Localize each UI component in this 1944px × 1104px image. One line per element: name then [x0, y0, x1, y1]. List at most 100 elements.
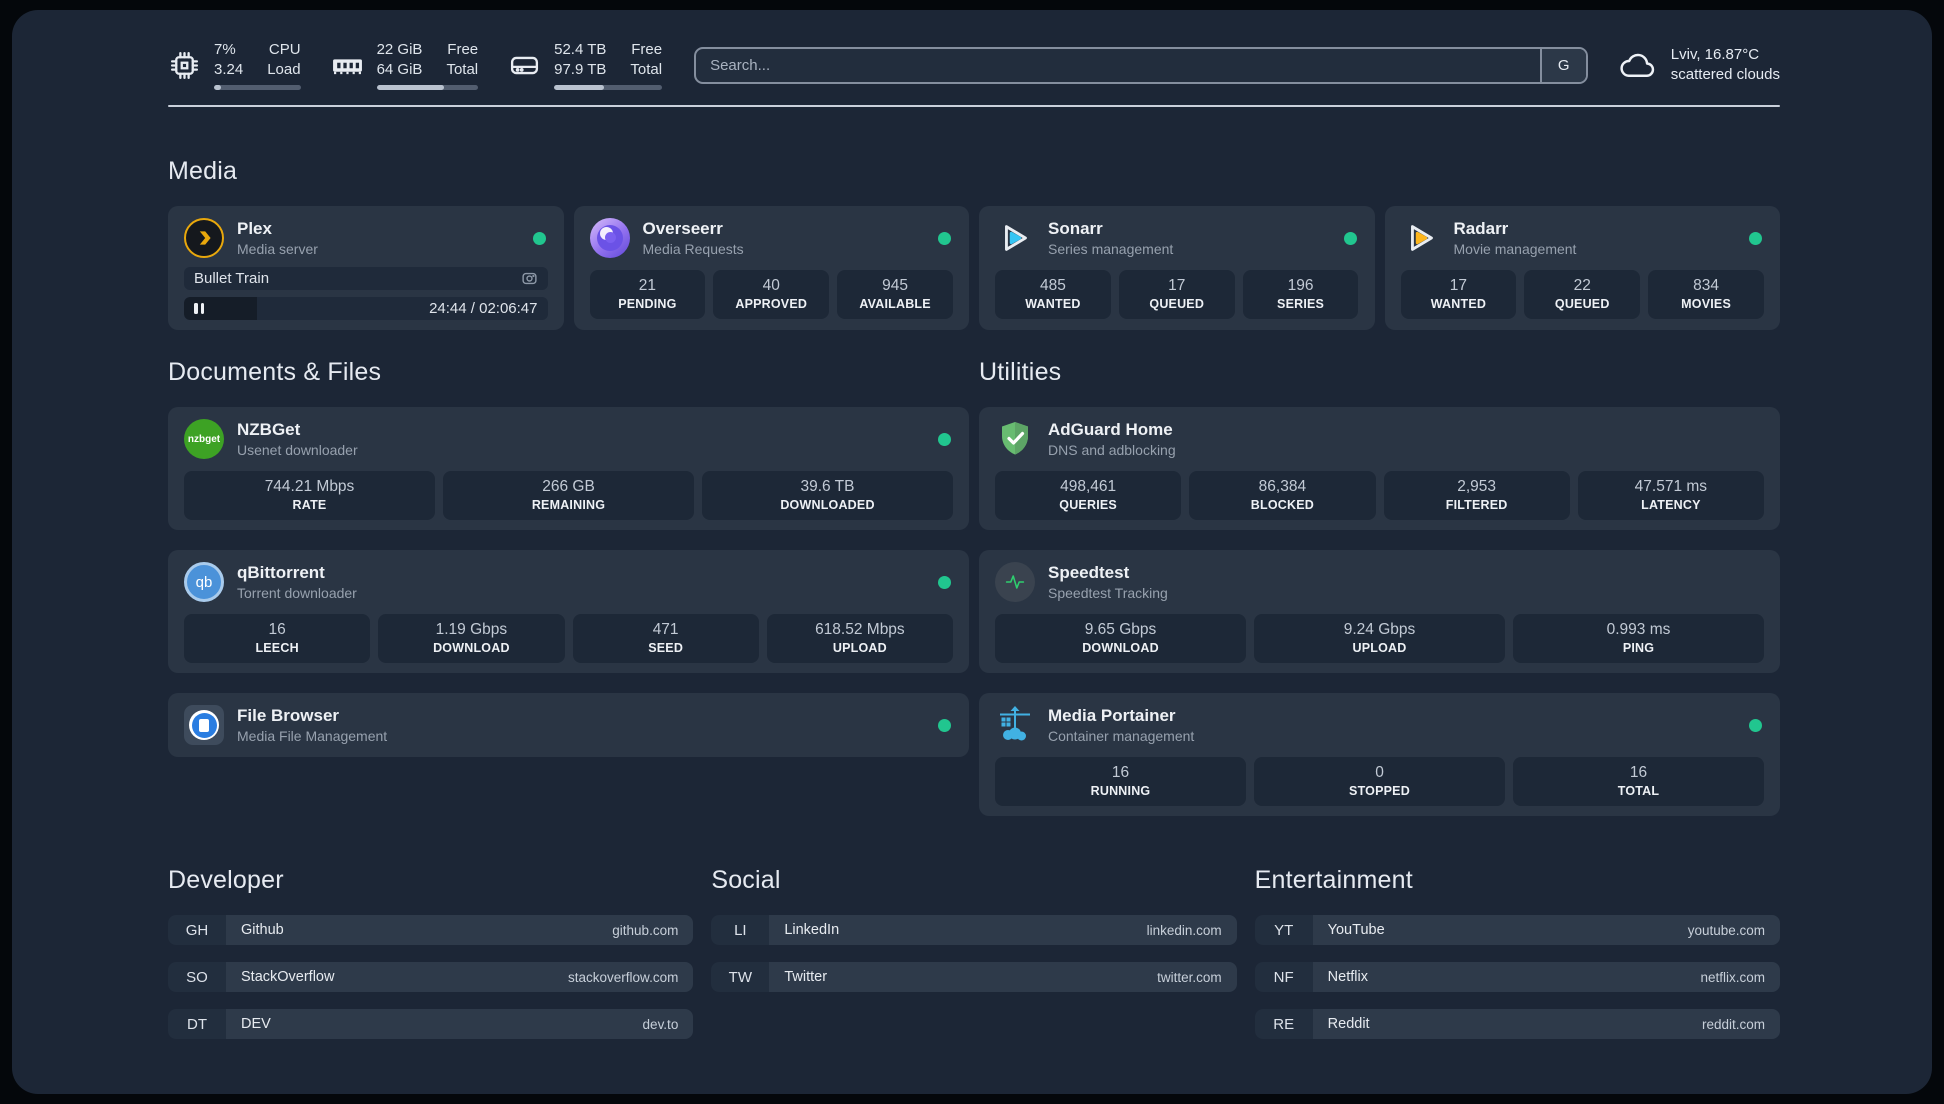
bookmark-github[interactable]: GH Github github.com [168, 915, 694, 945]
stat-remaining: 266 GB REMAINING [443, 471, 694, 520]
card-nzbget[interactable]: nzbget NZBGet Usenet downloader 744.21 M… [168, 407, 969, 530]
disk-widget: 52.4 TB 97.9 TB Free Total [508, 40, 663, 90]
stat-downloaded: 39.6 TB DOWNLOADED [702, 471, 953, 520]
utilities-section-title: Utilities [979, 358, 1062, 386]
portainer-icon [995, 705, 1035, 745]
bookmark-abbr: DT [168, 1009, 226, 1039]
memory-widget: 22 GiB 64 GiB Free Total [331, 40, 479, 90]
app-subtitle: Media server [237, 241, 318, 257]
bookmark-dev[interactable]: DT DEV dev.to [168, 1009, 694, 1039]
search-input[interactable] [696, 48, 1540, 82]
bookmark-abbr: YT [1254, 915, 1313, 945]
cpu-usage-value: 7% [214, 41, 236, 58]
card-qbittorrent[interactable]: qb qBittorrent Torrent downloader 16 LEEC… [168, 550, 969, 673]
playback-time: 24:44 / 02:06:47 [429, 300, 538, 317]
memory-progress-fill [376, 85, 444, 90]
stat-wanted: 485 WANTED [995, 270, 1111, 319]
app-subtitle: Container management [1048, 728, 1195, 744]
stat-wanted: 17 WANTED [1400, 270, 1517, 319]
media-section-title: Media [168, 157, 238, 185]
stat-pending: 21 PENDING [589, 270, 706, 319]
memory-widget-body: 22 GiB 64 GiB Free Total [376, 40, 479, 90]
card-filebrowser[interactable]: File Browser Media File Management [168, 693, 969, 757]
card-portainer[interactable]: Media Portainer Container management 16 R… [979, 693, 1780, 816]
bookmark-domain: twitter.com [1157, 969, 1222, 985]
nzbget-icon: nzbget [184, 419, 224, 459]
stat-filtered: 2,953 FILTERED [1383, 471, 1570, 520]
bookmark-twitter[interactable]: TW Twitter twitter.com [711, 962, 1237, 992]
memory-progress-track [376, 85, 479, 90]
card-speedtest[interactable]: Speedtest Speedtest Tracking 9.65 Gbps DO… [979, 550, 1780, 673]
stat-upload: 618.52 Mbps UPLOAD [766, 614, 953, 663]
cpu-label: CPU [268, 41, 301, 58]
bookmark-netflix[interactable]: NF Netflix netflix.com [1254, 962, 1780, 992]
cpu-load-label: Load [267, 61, 301, 78]
topbar: 7% 3.24 CPU Load 22 GiB 64 GiB Free Tota… [168, 40, 1780, 90]
app-title: Sonarr [1048, 219, 1103, 238]
bookmark-domain: netflix.com [1700, 969, 1765, 985]
app-subtitle: Usenet downloader [237, 442, 358, 458]
stat-download: 9.65 Gbps DOWNLOAD [995, 614, 1246, 663]
status-dot [1343, 231, 1357, 245]
bookmark-domain: dev.to [642, 1016, 679, 1032]
cpu-progress-track [214, 85, 301, 90]
now-playing-row: Bullet Train [184, 267, 548, 290]
card-radarr[interactable]: Radarr Movie management 17 WANTED 22 QUEUE… [1384, 206, 1780, 330]
section-media: Media Plex Media server Bullet Train 24:… [168, 157, 1780, 330]
disk-total-value: 97.9 TB [554, 61, 607, 78]
app-title: Media Portainer [1048, 706, 1176, 725]
memory-total-label: Total [446, 61, 479, 78]
app-title: AdGuard Home [1048, 420, 1173, 439]
status-dot [532, 231, 546, 245]
adguard-icon [995, 419, 1035, 459]
bookmark-group-entertainment: Entertainment YT YouTube youtube.com NF N… [1254, 866, 1780, 1039]
stat-running: 16 RUNNING [995, 757, 1246, 806]
bookmark-abbr: SO [168, 962, 226, 992]
weather-location-temp: Lviv, 16.87°C [1670, 46, 1760, 63]
disk-progress-fill [554, 85, 604, 90]
bookmark-stackoverflow[interactable]: SO StackOverflow stackoverflow.com [168, 962, 694, 992]
bookmark-abbr: TW [711, 962, 770, 992]
disk-widget-body: 52.4 TB 97.9 TB Free Total [554, 40, 663, 90]
cpu-icon [170, 51, 199, 79]
status-dot [938, 718, 951, 732]
bookmark-reddit[interactable]: RE Reddit reddit.com [1254, 1009, 1780, 1039]
stat-movies: 834 MOVIES [1648, 270, 1764, 319]
card-sonarr[interactable]: Sonarr Series management 485 WANTED 17 QUE… [979, 206, 1375, 330]
card-adguard[interactable]: AdGuard Home DNS and adblocking 498,461 Q… [979, 407, 1780, 530]
overseerr-icon [589, 218, 630, 258]
bookmark-group-social: Social LI LinkedIn linkedin.com TW Twitte… [711, 866, 1237, 1039]
card-overseerr[interactable]: Overseerr Media Requests 21 PENDING 40 APP… [573, 206, 969, 330]
bookmark-abbr: LI [711, 915, 770, 945]
bookmark-linkedin[interactable]: LI LinkedIn linkedin.com [711, 915, 1237, 945]
status-dot [1749, 718, 1762, 732]
memory-total-value: 64 GiB [376, 61, 423, 78]
filebrowser-icon [184, 705, 224, 745]
stat-upload: 9.24 Gbps UPLOAD [1254, 614, 1505, 663]
bookmark-youtube[interactable]: YT YouTube youtube.com [1254, 915, 1780, 945]
disk-icon [511, 56, 539, 74]
section-documents-files: Documents & Files nzbget NZBGet Usenet d… [168, 358, 969, 816]
app-subtitle: Speedtest Tracking [1048, 585, 1168, 601]
stat-leech: 16 LEECH [184, 614, 371, 663]
stat-ping: 0.993 ms PING [1513, 614, 1764, 663]
bookmark-group-developer: Developer GH Github github.com SO StackOv… [168, 866, 694, 1039]
social-section-title: Social [711, 866, 781, 894]
status-dot [938, 432, 951, 446]
disk-total-label: Total [630, 61, 663, 78]
disk-progress-track [554, 85, 663, 90]
bookmark-name: DEV [241, 1016, 271, 1032]
qbittorrent-icon: qb [184, 562, 224, 602]
app-title: File Browser [237, 706, 340, 725]
search-provider-button[interactable]: G [1539, 48, 1586, 82]
disk-free-label: Free [631, 41, 663, 58]
stat-seed: 471 SEED [572, 614, 759, 663]
app-subtitle: Torrent downloader [237, 585, 357, 601]
dashboard-window: 7% 3.24 CPU Load 22 GiB 64 GiB Free Tota… [12, 10, 1932, 1094]
bookmark-name: Reddit [1327, 1016, 1370, 1032]
bookmark-domain: linkedin.com [1146, 922, 1222, 938]
app-subtitle: DNS and adblocking [1048, 442, 1176, 458]
sonarr-icon [995, 218, 1035, 258]
card-plex[interactable]: Plex Media server Bullet Train 24:44 / 0… [168, 206, 564, 330]
app-title: Plex [237, 219, 272, 238]
